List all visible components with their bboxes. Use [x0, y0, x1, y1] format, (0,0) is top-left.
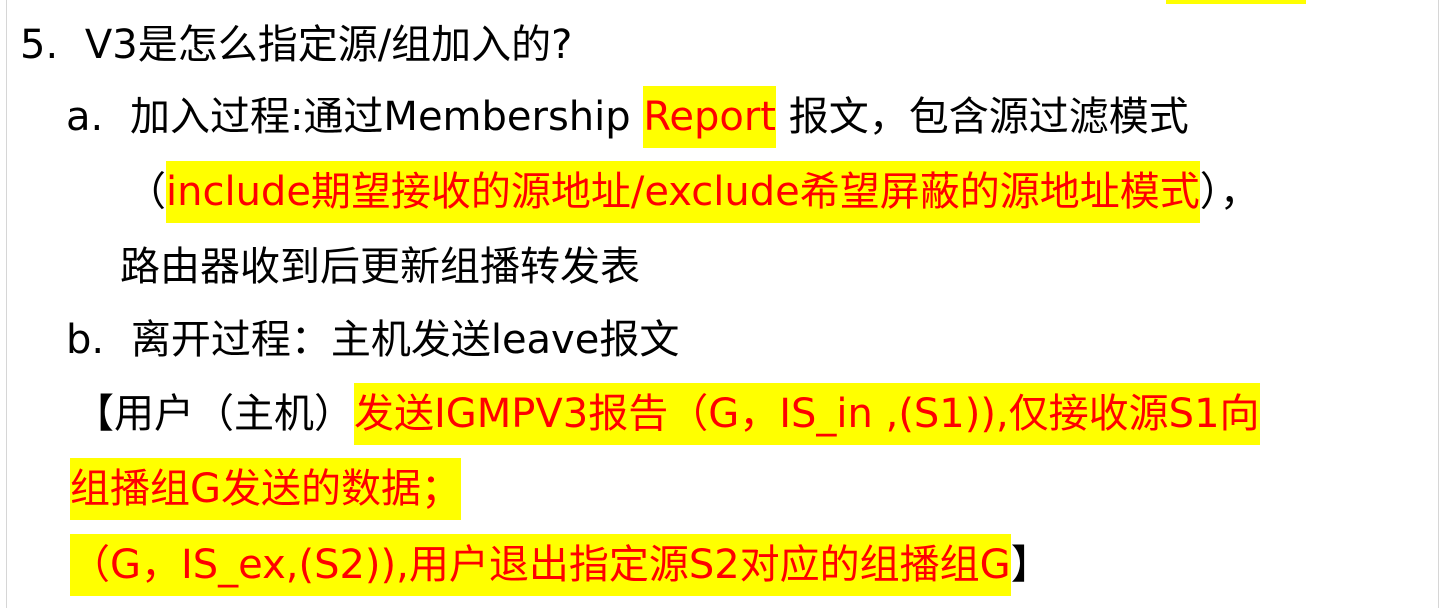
- item-a-text-before: 加入过程:通过Membership: [129, 94, 644, 140]
- right-margin-rule: [1438, 0, 1439, 608]
- heading-number: 5.: [20, 22, 59, 68]
- item-a-report-highlight: Report: [643, 86, 776, 148]
- item-b-marker: b.: [66, 317, 105, 363]
- item-a-open-paren: （: [126, 169, 166, 215]
- example-close-bracket: 】: [1010, 542, 1051, 588]
- example-exit-highlight: （G，IS_ex,(S2)),用户退出指定源S2对应的组播组G: [70, 534, 1011, 596]
- left-margin-rule: [6, 0, 7, 608]
- item-a-filter-mode-highlight: include期望接收的源地址/exclude希望屏蔽的源地址模式: [166, 161, 1200, 223]
- heading-line: 5. V3是怎么指定源/组加入的?: [20, 16, 572, 74]
- item-a-close-paren: ），: [1199, 169, 1260, 215]
- example-data-highlight: 组播组G发送的数据；: [70, 458, 461, 520]
- example-line-2: 组播组G发送的数据；: [70, 458, 461, 520]
- heading-text: V3是怎么指定源/组加入的?: [84, 22, 573, 68]
- item-b-line: b. 离开过程：主机发送leave报文: [66, 311, 679, 369]
- example-report-highlight: 发送IGMPV3报告（G，IS_in ,(S1)),仅接收源S1向: [354, 383, 1260, 445]
- example-prefix: 【用户（主机）: [74, 391, 354, 437]
- item-a-line-2: （include期望接收的源地址/exclude希望屏蔽的源地址模式），: [126, 161, 1260, 223]
- item-a-line-1: a. 加入过程:通过Membership Report 报文，包含源过滤模式: [66, 86, 1189, 148]
- item-a-marker: a.: [66, 94, 104, 140]
- top-highlight-fragment: [1166, 0, 1306, 4]
- example-line-1: 【用户（主机）发送IGMPV3报告（G，IS_in ,(S1)),仅接收源S1向: [74, 383, 1260, 445]
- example-line-3: （G，IS_ex,(S2)),用户退出指定源S2对应的组播组G】: [70, 534, 1051, 596]
- item-b-text: 离开过程：主机发送leave报文: [130, 317, 680, 363]
- item-a-router-text: 路由器收到后更新组播转发表: [120, 244, 640, 290]
- item-a-text-after: 报文，包含源过滤模式: [775, 94, 1189, 140]
- item-a-line-3: 路由器收到后更新组播转发表: [120, 238, 640, 296]
